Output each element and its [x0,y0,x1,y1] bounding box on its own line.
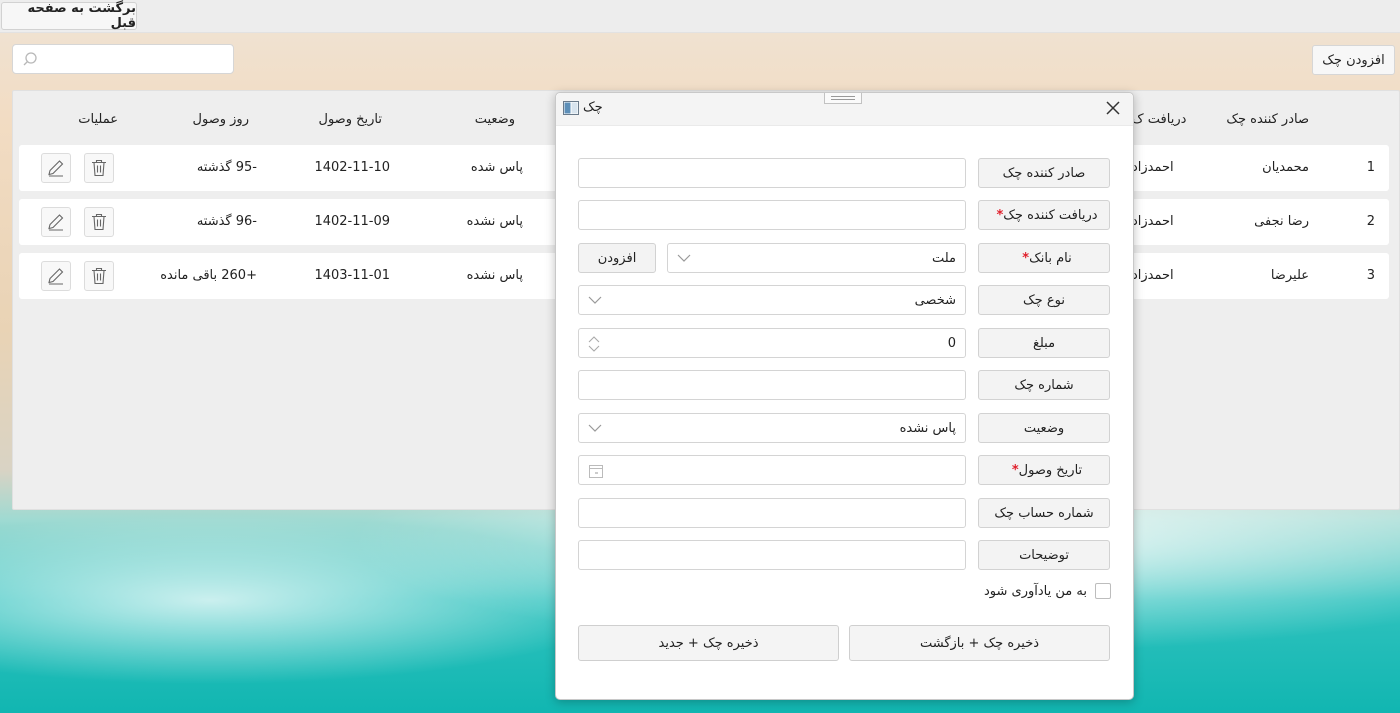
top-bar [0,0,1400,33]
receipt-date-input[interactable] [578,455,966,485]
spinner-arrows-icon[interactable] [588,335,600,353]
delete-button[interactable] [84,261,114,291]
row-status: پاس نشده [466,214,523,229]
date-label-text: تاریخ وصول [1018,462,1083,478]
edit-button[interactable] [41,261,71,291]
save-and-new-button[interactable]: ذخیره چک + جدید [578,625,839,661]
number-label: شماره چک [978,370,1110,400]
row-status: پاس نشده [466,268,523,283]
trash-icon [92,213,106,231]
header-status: وضعیت [474,112,515,127]
issuer-input[interactable] [578,158,966,188]
row-receipt-date: 1402-11-10 [314,160,390,175]
check-dialog: چک صادر کننده چک دریافت کننده چک * نام ب… [555,92,1134,700]
row-issuer: رضا نجفی [1254,214,1309,229]
notes-label: توضیحات [978,540,1110,570]
row-index: 2 [1366,214,1375,229]
header-receipt-date: تاریخ وصول [318,112,382,127]
status-select[interactable]: پاس نشده [578,413,966,443]
close-icon[interactable] [1104,99,1122,117]
search-input[interactable] [12,44,234,74]
row-days: -96 گذشته [196,214,257,229]
row-index: 3 [1366,268,1375,283]
dialog-title: چک [583,100,603,115]
delete-button[interactable] [84,207,114,237]
chevron-down-icon [588,296,602,304]
trash-icon [92,159,106,177]
resize-grip[interactable] [824,93,862,104]
notes-input[interactable] [578,540,966,570]
bank-value: ملت [931,251,956,266]
bank-label-text: نام بانک [1029,250,1072,266]
calendar-icon[interactable] [589,464,603,478]
row-issuer: محمدیان [1262,160,1309,175]
row-issuer: علیرضا [1270,268,1309,283]
required-mark: * [1011,462,1019,478]
receiver-label-text: دریافت کننده چک [1003,207,1098,223]
back-button[interactable]: برگشت به صفحه قبل [1,1,137,31]
type-value: شخصی [914,293,956,308]
account-number-input[interactable] [578,498,966,528]
window-icon [563,100,579,115]
status-value: پاس نشده [899,421,956,436]
pencil-icon [48,160,64,177]
save-and-back-button[interactable]: ذخیره چک + بازگشت [849,625,1110,661]
row-receipt-date: 1402-11-09 [314,214,390,229]
type-label: نوع چک [978,285,1110,315]
edit-button[interactable] [41,207,71,237]
row-days: -95 گذشته [196,160,257,175]
pencil-icon [48,214,64,231]
row-days: +260 باقی مانده [160,268,257,283]
status-label: وضعیت [978,413,1110,443]
header-issuer: صادر کننده چک [1226,112,1309,127]
trash-icon [92,267,106,285]
receiver-label: دریافت کننده چک * [978,200,1110,230]
remind-me-option[interactable]: به من یادآوری شود [984,583,1111,599]
required-mark: * [1022,250,1030,266]
issuer-label: صادر کننده چک [978,158,1110,188]
required-mark: * [996,207,1004,223]
pencil-icon [48,268,64,285]
edit-button[interactable] [41,153,71,183]
row-receiver: احمدزاد [1132,214,1174,229]
check-type-select[interactable]: شخصی [578,285,966,315]
remind-checkbox[interactable] [1094,583,1111,599]
chevron-down-icon [677,254,691,262]
row-status: پاس شده [470,160,523,175]
chevron-down-icon [588,424,602,432]
bank-select[interactable]: ملت [667,243,966,273]
header-operations: عملیات [78,112,118,127]
date-label: تاریخ وصول * [978,455,1110,485]
bank-label: نام بانک * [978,243,1110,273]
header-days: روز وصول [192,112,249,127]
remind-label: به من یادآوری شود [984,583,1087,599]
account-label: شماره حساب چک [978,498,1110,528]
row-receiver: احمدزاد [1132,268,1174,283]
row-receiver: احمدزاد [1132,160,1174,175]
check-number-input[interactable] [578,370,966,400]
header-receiver: دریافت ک [1132,112,1187,127]
add-check-button[interactable]: افزودن چک [1312,45,1395,75]
row-receipt-date: 1403-11-01 [314,268,390,283]
row-index: 1 [1366,160,1375,175]
amount-stepper[interactable]: 0 [578,328,966,358]
add-bank-button[interactable]: افزودن [578,243,656,273]
delete-button[interactable] [84,153,114,183]
amount-label: مبلغ [978,328,1110,358]
dialog-title-group: چک [563,100,603,115]
receiver-input[interactable] [578,200,966,230]
amount-value: 0 [947,336,956,351]
search-icon [23,52,37,66]
